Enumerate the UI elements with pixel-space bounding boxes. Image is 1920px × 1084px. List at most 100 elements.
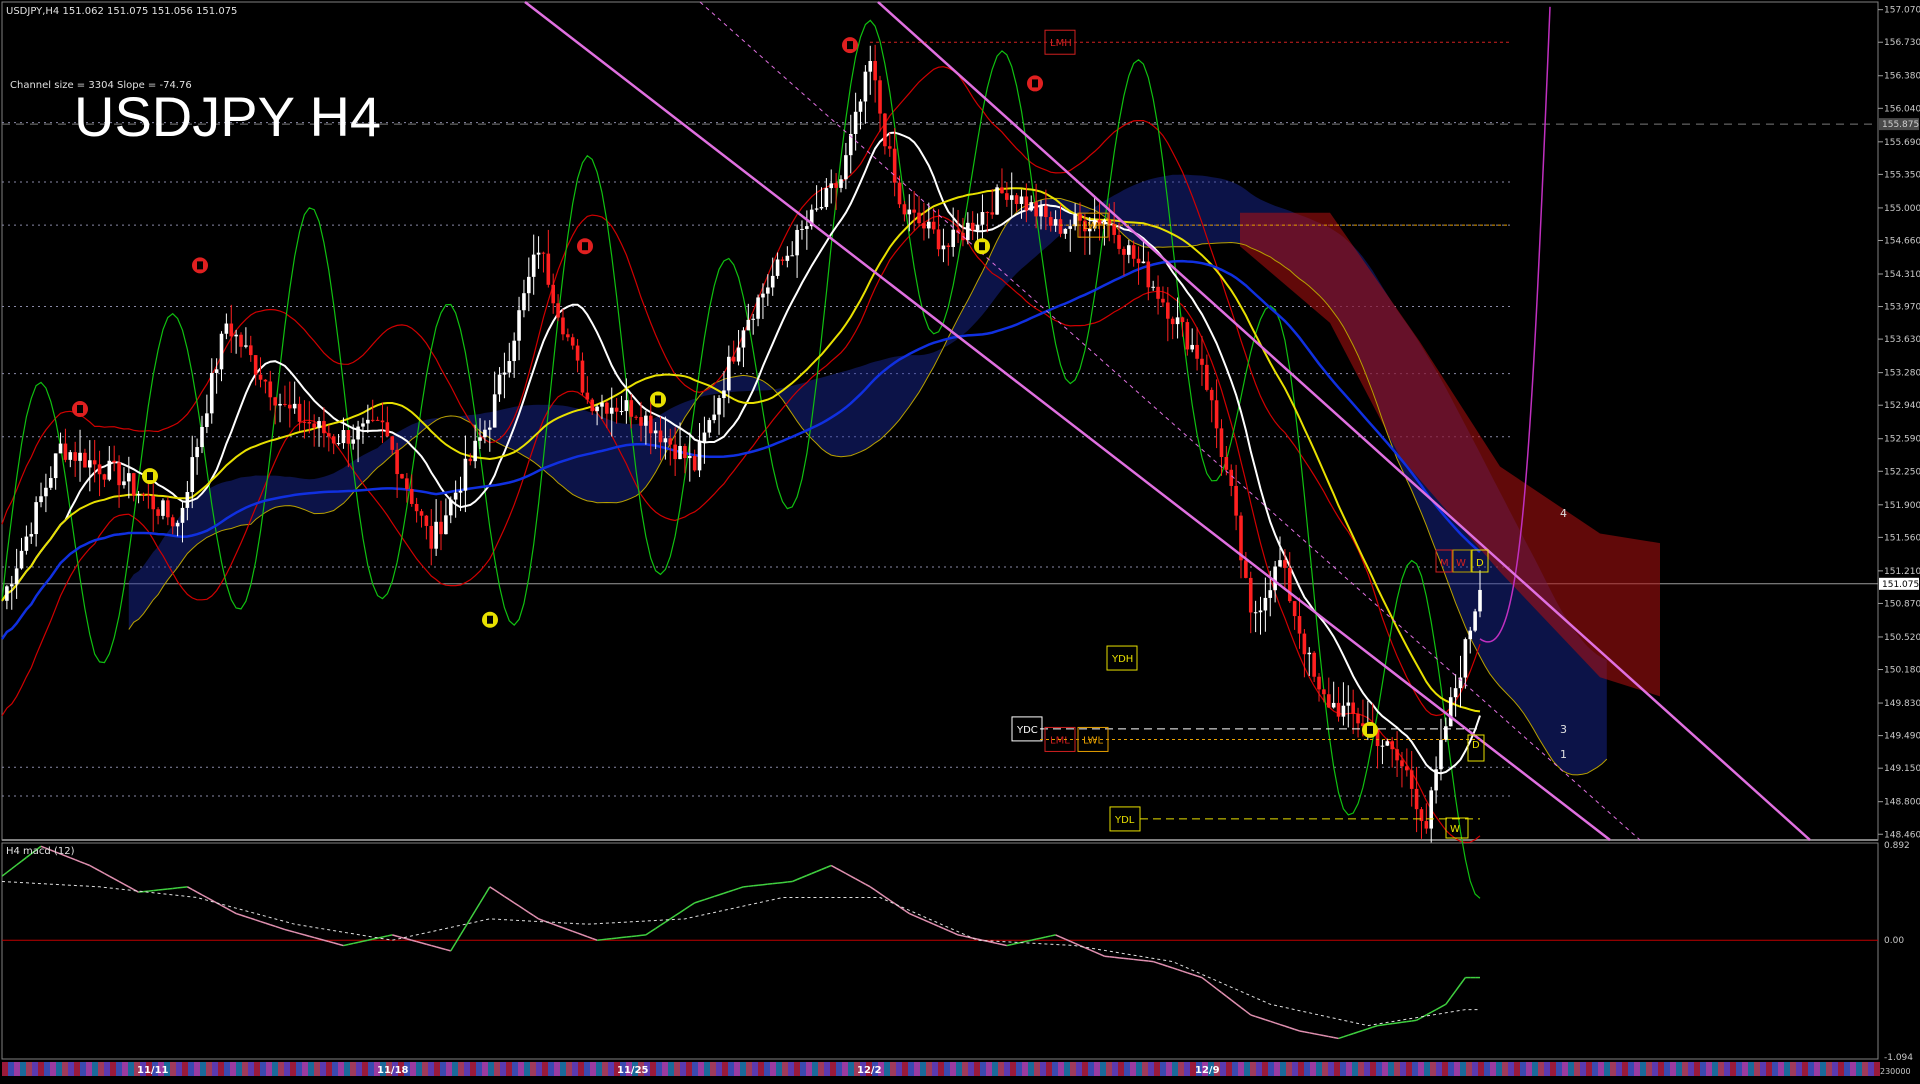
candle-body: [570, 337, 575, 346]
marker-notch: [77, 405, 83, 414]
macd-segment: [1328, 1035, 1334, 1039]
marker-notch: [655, 395, 661, 404]
candle: [917, 196, 921, 227]
macd-segment: [1118, 957, 1124, 960]
macd-segment: [284, 928, 290, 932]
price-axis[interactable]: 157.070 156.730 156.380 156.040 155.690 155.3…: [1878, 6, 1920, 1076]
candle: [522, 279, 526, 318]
date-strip-cell: [662, 1062, 668, 1076]
level-label: LML: [1050, 735, 1070, 746]
candle-body: [390, 436, 395, 450]
candle: [439, 500, 443, 551]
candle-body: [556, 303, 560, 318]
macd-segment: [1050, 934, 1056, 937]
candle-body: [844, 155, 848, 180]
macd-panel-frame: [1, 842, 1879, 1060]
macd-segment: [796, 876, 803, 881]
macd-segment: [655, 924, 661, 930]
macd-segment: [479, 894, 486, 904]
date-strip-cell: [1154, 1062, 1160, 1076]
candle-body: [692, 455, 697, 471]
macd-segment: [1187, 972, 1193, 976]
date-strip-cell: [428, 1062, 434, 1076]
candle: [1458, 655, 1463, 708]
candle: [741, 327, 746, 368]
candle-body: [131, 473, 136, 496]
date-strip-cell: [1160, 1062, 1166, 1076]
candle-body: [1014, 195, 1019, 204]
candle-body: [458, 490, 463, 493]
date-axis[interactable]: 11/11 11/18 11/25 12/2 12/9: [2, 1062, 1880, 1076]
macd-segment: [113, 878, 120, 883]
date-strip-cell: [830, 1062, 836, 1076]
macd-segment: [601, 938, 607, 941]
candle-body: [1453, 688, 1458, 698]
macd-segment: [70, 857, 76, 861]
macd-segment: [240, 914, 247, 918]
date-strip-cell: [1100, 1062, 1106, 1076]
candle-body: [1214, 400, 1219, 429]
regression-channel[interactable]: [524, 1, 1811, 841]
date-strip-cell: [224, 1062, 230, 1076]
date-strip-cell: [1748, 1062, 1754, 1076]
date-strip-cell: [440, 1062, 446, 1076]
date-strip-cell: [1856, 1062, 1862, 1076]
candle: [63, 428, 68, 463]
chart-canvas[interactable]: LMH LWH YDH YDC LML LWL YDL 157.070 156.730 156.…: [0, 0, 1920, 1080]
candle-body: [1414, 788, 1419, 810]
date-strip-cell: [1790, 1062, 1796, 1076]
candle-body: [980, 212, 985, 225]
macd-segment: [1040, 936, 1047, 939]
candle-body: [224, 323, 229, 334]
level-lwl[interactable]: LWL: [1040, 726, 1480, 752]
macd-segment: [89, 864, 96, 869]
macd-segment: [1260, 1017, 1266, 1021]
price-tick-label: 156.730: [1884, 38, 1920, 48]
macd-segment: [1177, 968, 1183, 972]
date-strip-cell: [1820, 1062, 1826, 1076]
macd-segment: [855, 878, 861, 883]
macd-segment: [1411, 1019, 1417, 1022]
macd-segment: [226, 907, 232, 912]
date-strip-cell: [890, 1062, 896, 1076]
signal-marker-icon: [482, 611, 498, 628]
candle-body: [1190, 344, 1195, 350]
macd-segment: [372, 937, 378, 940]
candle: [512, 332, 516, 378]
candle: [878, 75, 882, 132]
candle-body: [166, 500, 170, 518]
macd-segment: [382, 935, 388, 938]
candle-body: [858, 101, 863, 112]
level-ydl[interactable]: YDL: [1109, 806, 1480, 832]
level-label: YDL: [1114, 815, 1135, 826]
level-ydh[interactable]: YDH: [1106, 645, 1138, 671]
macd-segment: [74, 859, 81, 863]
macd-segment: [557, 925, 564, 929]
macd-segment: [1416, 1016, 1422, 1021]
date-strip-cell: [1388, 1062, 1394, 1076]
candle: [1126, 239, 1131, 264]
candle: [1444, 717, 1448, 743]
macd-segment: [177, 886, 183, 889]
macd-segment: [387, 934, 393, 937]
candle-body: [887, 146, 892, 149]
candle-body: [970, 222, 975, 231]
candle-body: [634, 416, 638, 418]
marker-notch: [487, 615, 493, 624]
date-strip-cell: [1670, 1062, 1676, 1076]
macd-segment: [1250, 1014, 1256, 1018]
candle: [292, 381, 297, 414]
candle-body: [1473, 611, 1477, 631]
date-strip-cell: [542, 1062, 548, 1076]
macd-segment: [1114, 956, 1120, 959]
date-strip-cell: [434, 1062, 440, 1076]
macd-segment: [903, 909, 910, 915]
macd-segment: [250, 917, 256, 921]
candle: [585, 376, 590, 404]
price-tick-label: 148.800: [1884, 798, 1920, 808]
date-strip-cell: [704, 1062, 710, 1076]
candle: [1248, 571, 1253, 634]
date-strip-cell: [1238, 1062, 1244, 1076]
level-lmh[interactable]: LMH: [870, 29, 1510, 55]
candle-body: [678, 445, 682, 460]
